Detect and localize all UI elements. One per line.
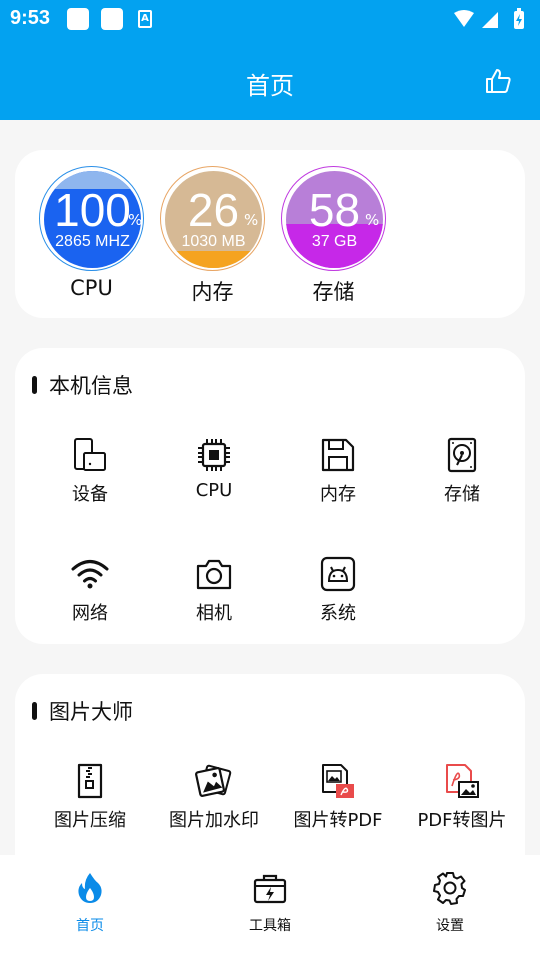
device-info-card: 本机信息 设备 CPU 内存 存储 网络 相机 系统 [15, 348, 525, 644]
toolbox-icon [253, 874, 287, 904]
tile-system[interactable]: 系统 [276, 555, 400, 625]
storage-gauge[interactable]: 58 % 37 GB [281, 166, 386, 271]
hard-disk-icon [447, 437, 477, 473]
tile-memory[interactable]: 内存 [276, 436, 400, 506]
tile-network[interactable]: 网络 [28, 555, 152, 625]
tile-cpu[interactable]: CPU [152, 436, 276, 501]
image-master-title: 图片大师 [49, 700, 133, 724]
tile-label: 相机 [196, 603, 232, 624]
resource-usage-card: 100 % 2865 MHZ CPU 26 % 1030 MB 内存 58 % … [15, 150, 525, 318]
flame-icon [78, 873, 102, 903]
status-signal-battery-icon [454, 8, 524, 29]
tile-label: PDF转图片 [417, 810, 507, 831]
cpu-chip-icon [198, 439, 230, 471]
status-time: 9:53 [10, 7, 51, 29]
storage-size: 37 GB [311, 233, 358, 250]
notification-icon [67, 8, 89, 30]
gear-icon [433, 872, 466, 905]
tile-storage[interactable]: 存储 [400, 436, 524, 506]
bottom-navigation: 首页 工具箱 设置 [0, 855, 540, 960]
tile-label: 内存 [320, 484, 356, 505]
status-bar: 9:53 A [0, 0, 540, 38]
image-master-card: 图片大师 图片压缩 图片加水印 图片转PDF PDF转图片 [15, 674, 525, 874]
cpu-frequency: 2865 MHZ [55, 233, 130, 250]
storage-label: 存储 [312, 280, 355, 304]
section-title: 图片大师 [32, 698, 133, 724]
tile-label: 图片加水印 [169, 810, 259, 831]
cpu-percent-sign: % [128, 211, 141, 229]
page-title: 首页 [246, 72, 294, 100]
storage-percent-sign: % [365, 211, 380, 229]
cpu-gauge[interactable]: 100 % 2865 MHZ [39, 166, 144, 271]
memory-percent-sign: % [244, 211, 259, 229]
memory-gauge[interactable]: 26 % 1030 MB [160, 166, 265, 271]
memory-label: 内存 [191, 280, 234, 304]
notification-a-icon: A [138, 10, 152, 28]
section-title: 本机信息 [32, 372, 133, 398]
device-icon [74, 438, 106, 471]
android-icon [320, 556, 356, 592]
memory-save-icon [321, 438, 355, 472]
nav-toolbox[interactable]: 工具箱 [210, 871, 330, 935]
nav-label: 设置 [436, 918, 464, 934]
nav-settings[interactable]: 设置 [390, 871, 510, 935]
nav-home[interactable]: 首页 [30, 871, 150, 935]
memory-size: 1030 MB [181, 233, 246, 250]
tile-label: 图片压缩 [54, 810, 126, 831]
watermark-image-icon [195, 764, 232, 797]
device-info-title: 本机信息 [49, 374, 133, 398]
zip-file-icon [77, 763, 103, 799]
cpu-label: CPU [70, 276, 113, 300]
tile-pdf-to-image[interactable]: PDF转图片 [400, 762, 524, 832]
app-bar: 首页 [0, 38, 540, 120]
tile-image-compress[interactable]: 图片压缩 [28, 762, 152, 832]
nav-label: 工具箱 [249, 918, 291, 934]
tile-camera[interactable]: 相机 [152, 555, 276, 625]
tile-label: 网络 [72, 603, 108, 624]
nav-label: 首页 [76, 918, 104, 934]
tile-label: 存储 [444, 484, 480, 505]
notification-icon [101, 8, 123, 30]
pdf-to-image-icon [446, 764, 479, 798]
tile-label: 设备 [72, 484, 108, 505]
tile-device[interactable]: 设备 [28, 436, 152, 506]
image-to-pdf-icon [322, 764, 354, 798]
camera-icon [196, 559, 232, 590]
wifi-icon [71, 560, 109, 589]
cpu-percent: 100 [54, 184, 131, 236]
tile-label: 图片转PDF [293, 810, 383, 831]
tile-image-to-pdf[interactable]: 图片转PDF [276, 762, 400, 832]
thumbs-up-icon[interactable] [484, 67, 512, 95]
tile-label: CPU [195, 480, 233, 501]
tile-image-watermark[interactable]: 图片加水印 [152, 762, 276, 832]
tile-label: 系统 [320, 603, 356, 624]
